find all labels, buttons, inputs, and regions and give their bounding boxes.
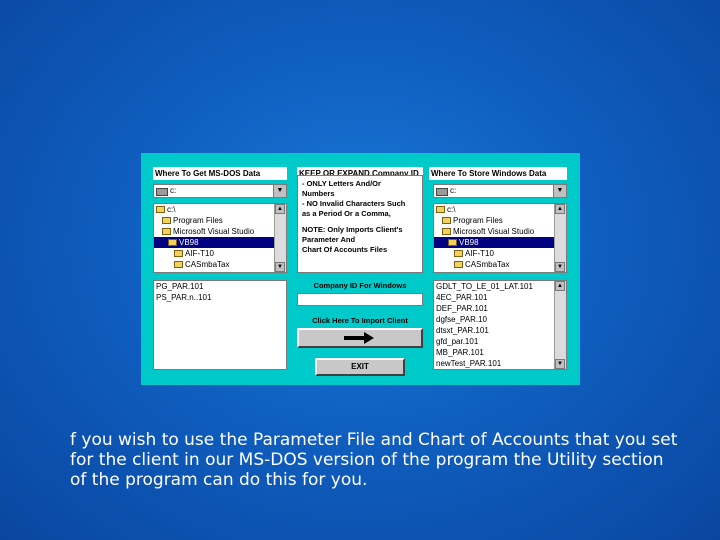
target-folder-item[interactable]: Microsoft Visual Studio: [434, 226, 555, 237]
note-line: Chart Of Accounts Files: [302, 245, 388, 254]
folder-label: AIF-T10: [185, 249, 214, 258]
target-drive-select[interactable]: c: ▼: [433, 184, 567, 198]
source-folder-item[interactable]: VB98: [154, 237, 275, 248]
import-dialog: Where To Get MS-DOS Data c: ▼ c:\ Program…: [141, 153, 580, 385]
source-folder-tree[interactable]: c:\ Program Files Microsoft Visual Studio V…: [153, 203, 287, 273]
source-tree-scrollbar[interactable]: ▲ ▼: [274, 204, 286, 272]
source-drive-select[interactable]: c: ▼: [153, 184, 287, 198]
target-file-item[interactable]: gfd_par.101: [434, 336, 566, 347]
folder-icon: [448, 239, 457, 247]
target-file-list[interactable]: GDLT_TO_LE_01_LAT.101 4EC_PAR.101 DEF_PAR.…: [433, 280, 567, 370]
note-line: as a Period Or a Comma,: [302, 209, 391, 218]
target-folder-item[interactable]: VB98: [434, 237, 555, 248]
target-tree-scrollbar[interactable]: ▲ ▼: [554, 204, 566, 272]
target-folder-item[interactable]: CASmbaTax: [434, 259, 555, 270]
folder-icon: [162, 217, 171, 225]
folder-icon: [436, 206, 445, 214]
chevron-down-icon[interactable]: ▼: [553, 185, 566, 197]
target-file-item[interactable]: dgfse_PAR.10: [434, 314, 566, 325]
target-drive-value: c:: [450, 186, 457, 195]
company-id-notes: - ONLY Letters And/Or Numbers - NO Inval…: [297, 175, 423, 273]
source-drive-value: c:: [170, 186, 177, 195]
folder-icon: [442, 228, 451, 236]
folder-label: VB98: [179, 238, 199, 247]
folder-label: CASmbaTax: [465, 260, 510, 269]
folder-icon: [174, 261, 183, 269]
source-folder-item[interactable]: AIF-T10: [154, 248, 275, 259]
source-file-item[interactable]: PS_PAR.n..101: [154, 292, 286, 303]
note-line: NOTE: Only Imports Client's: [302, 225, 403, 234]
folder-label: c:\: [167, 205, 176, 214]
source-file-list[interactable]: PG_PAR.101 PS_PAR.n..101: [153, 280, 287, 370]
scroll-down-icon[interactable]: ▼: [555, 262, 565, 272]
scroll-up-icon[interactable]: ▲: [555, 281, 565, 291]
drive-icon: [436, 188, 448, 196]
target-folder-tree[interactable]: c:\ Program Files Microsoft Visual Studio V…: [433, 203, 567, 273]
target-file-item[interactable]: DEF_PAR.101: [434, 303, 566, 314]
folder-icon: [174, 250, 183, 258]
import-label: Click Here To Import Client: [312, 316, 408, 325]
target-panel-title: Where To Store Windows Data: [429, 167, 567, 180]
source-file-item[interactable]: PG_PAR.101: [154, 281, 286, 292]
source-folder-item[interactable]: c:\: [154, 204, 275, 215]
note-line: Numbers: [302, 189, 335, 198]
folder-icon: [162, 228, 171, 236]
target-files-scrollbar[interactable]: ▲ ▼: [554, 281, 566, 369]
source-folder-item[interactable]: CASmbaTax: [154, 259, 275, 270]
folder-icon: [168, 239, 177, 247]
arrow-right-icon: [344, 332, 374, 344]
target-folder-item[interactable]: c:\: [434, 204, 555, 215]
company-id-label: Company ID For Windows: [313, 281, 407, 290]
note-line: - NO Invalid Characters Such: [302, 199, 406, 208]
folder-label: AIF-T10: [465, 249, 494, 258]
folder-icon: [156, 206, 165, 214]
folder-icon: [454, 250, 463, 258]
description-text: f you wish to use the Parameter File and…: [70, 430, 678, 490]
folder-icon: [454, 261, 463, 269]
source-panel-title: Where To Get MS-DOS Data: [153, 167, 287, 180]
target-file-item[interactable]: oo_LAT.101: [434, 369, 566, 370]
folder-icon: [442, 217, 451, 225]
folder-label: c:\: [447, 205, 456, 214]
note-line: Parameter And: [302, 235, 356, 244]
source-folder-item[interactable]: Microsoft Visual Studio: [154, 226, 275, 237]
target-file-item[interactable]: 4EC_PAR.101: [434, 292, 566, 303]
drive-icon: [156, 188, 168, 196]
import-button[interactable]: [297, 328, 423, 348]
scroll-up-icon[interactable]: ▲: [275, 204, 285, 214]
target-file-item[interactable]: GDLT_TO_LE_01_LAT.101: [434, 281, 566, 292]
folder-label: Program Files: [453, 216, 503, 225]
folder-label: CASmbaTax: [185, 260, 230, 269]
target-file-item[interactable]: MB_PAR.101: [434, 347, 566, 358]
exit-button[interactable]: EXIT: [315, 358, 405, 376]
folder-label: Program Files: [173, 216, 223, 225]
target-folder-item[interactable]: AIF-T10: [434, 248, 555, 259]
company-id-input[interactable]: [297, 293, 423, 306]
scroll-down-icon[interactable]: ▼: [275, 262, 285, 272]
source-folder-item[interactable]: Program Files: [154, 215, 275, 226]
folder-label: Microsoft Visual Studio: [173, 227, 255, 236]
scroll-down-icon[interactable]: ▼: [555, 359, 565, 369]
target-file-item[interactable]: dtsxt_PAR.101: [434, 325, 566, 336]
note-line: - ONLY Letters And/Or: [302, 179, 381, 188]
scroll-up-icon[interactable]: ▲: [555, 204, 565, 214]
folder-label: Microsoft Visual Studio: [453, 227, 535, 236]
target-file-item[interactable]: newTest_PAR.101: [434, 358, 566, 369]
chevron-down-icon[interactable]: ▼: [273, 185, 286, 197]
target-folder-item[interactable]: Program Files: [434, 215, 555, 226]
folder-label: VB98: [459, 238, 479, 247]
